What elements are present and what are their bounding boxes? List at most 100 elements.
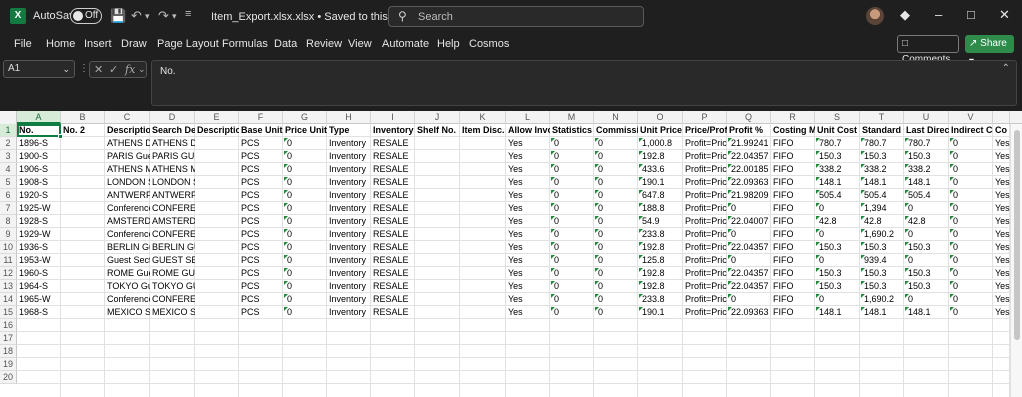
header-cell[interactable]: Allow Invoice Disc. bbox=[506, 124, 550, 137]
table-cell[interactable]: RESALE bbox=[371, 228, 415, 241]
table-cell[interactable]: 42.8 bbox=[904, 215, 949, 228]
table-cell[interactable]: MEXICO Swivel Chair bbox=[105, 306, 150, 319]
table-cell[interactable]: Yes bbox=[993, 176, 1010, 189]
tab-home[interactable]: Home bbox=[46, 38, 75, 50]
column-header-m[interactable]: M bbox=[550, 111, 594, 124]
table-cell[interactable]: 0 bbox=[949, 228, 993, 241]
column-header-f[interactable]: F bbox=[239, 111, 283, 124]
table-cell[interactable]: 0 bbox=[594, 267, 638, 280]
enter-icon[interactable]: ✓ bbox=[109, 63, 118, 76]
header-cell[interactable]: Unit Cost bbox=[815, 124, 860, 137]
table-cell[interactable]: 505.4 bbox=[904, 189, 949, 202]
table-cell[interactable]: FIFO bbox=[771, 254, 815, 267]
table-cell[interactable]: FIFO bbox=[771, 267, 815, 280]
table-cell[interactable]: 0 bbox=[949, 137, 993, 150]
redo-icon[interactable]: ↷ bbox=[158, 8, 169, 24]
table-cell[interactable]: RESALE bbox=[371, 163, 415, 176]
row-header-15[interactable]: 15 bbox=[0, 306, 17, 319]
row-header-1[interactable]: 1 bbox=[0, 124, 17, 137]
comments-button[interactable]: □ Comments bbox=[897, 35, 959, 65]
table-cell[interactable]: 42.8 bbox=[860, 215, 904, 228]
table-cell[interactable]: Yes bbox=[993, 163, 1010, 176]
table-cell[interactable]: 0 bbox=[949, 254, 993, 267]
table-cell[interactable]: 1908-S bbox=[17, 176, 61, 189]
column-header-t[interactable]: T bbox=[860, 111, 904, 124]
column-header-j[interactable]: J bbox=[415, 111, 460, 124]
table-cell[interactable]: Inventory bbox=[327, 293, 371, 306]
table-cell[interactable]: Yes bbox=[506, 254, 550, 267]
table-cell[interactable]: TOKYO Guest Chair bbox=[105, 280, 150, 293]
header-cell[interactable]: Description bbox=[105, 124, 150, 137]
table-cell[interactable]: GUEST SECTION bbox=[150, 254, 195, 267]
table-cell[interactable]: 338.2 bbox=[904, 163, 949, 176]
table-cell[interactable]: 233.8 bbox=[638, 293, 683, 306]
table-cell[interactable]: 22.04357 bbox=[727, 280, 771, 293]
table-cell[interactable]: 0 bbox=[594, 293, 638, 306]
table-cell[interactable]: 1,394 bbox=[860, 202, 904, 215]
header-cell[interactable]: Price Unit Conversion bbox=[283, 124, 327, 137]
table-cell[interactable]: 0 bbox=[949, 280, 993, 293]
table-cell[interactable]: 0 bbox=[815, 254, 860, 267]
table-cell[interactable]: FIFO bbox=[771, 137, 815, 150]
table-cell[interactable]: FIFO bbox=[771, 306, 815, 319]
table-cell[interactable]: 0 bbox=[594, 150, 638, 163]
row-header-7[interactable]: 7 bbox=[0, 202, 17, 215]
table-cell[interactable]: Inventory bbox=[327, 241, 371, 254]
table-cell[interactable]: FIFO bbox=[771, 176, 815, 189]
column-header-g[interactable]: G bbox=[283, 111, 327, 124]
autosave-toggle[interactable]: Off bbox=[70, 8, 102, 24]
column-header-s[interactable]: S bbox=[815, 111, 860, 124]
table-cell[interactable]: 21.99241 bbox=[727, 137, 771, 150]
table-cell[interactable]: 0 bbox=[904, 254, 949, 267]
table-cell[interactable]: 0 bbox=[815, 202, 860, 215]
table-cell[interactable]: 0 bbox=[550, 241, 594, 254]
tab-help[interactable]: Help bbox=[437, 38, 460, 50]
table-cell[interactable]: Yes bbox=[506, 241, 550, 254]
tab-draw[interactable]: Draw bbox=[121, 38, 147, 50]
table-cell[interactable]: FIFO bbox=[771, 293, 815, 306]
table-cell[interactable]: FIFO bbox=[771, 150, 815, 163]
header-cell[interactable]: Costing Method bbox=[771, 124, 815, 137]
header-cell[interactable]: Price/Profit Calculation bbox=[683, 124, 727, 137]
table-cell[interactable]: 0 bbox=[550, 228, 594, 241]
table-cell[interactable]: PCS bbox=[239, 202, 283, 215]
table-cell[interactable]: 338.2 bbox=[860, 163, 904, 176]
table-cell[interactable]: PARIS Guest Chair bbox=[105, 150, 150, 163]
table-cell[interactable]: 190.1 bbox=[638, 176, 683, 189]
table-cell[interactable]: 0 bbox=[283, 293, 327, 306]
maximize-icon[interactable]: □ bbox=[967, 7, 975, 22]
table-cell[interactable]: CONFERENCE SET bbox=[150, 293, 195, 306]
table-cell[interactable]: Conference Bundle bbox=[105, 202, 150, 215]
table-cell[interactable]: Inventory bbox=[327, 280, 371, 293]
table-cell[interactable]: 1,690.2 bbox=[860, 293, 904, 306]
table-cell[interactable]: Profit=Price-Cost bbox=[683, 254, 727, 267]
vertical-scrollbar[interactable] bbox=[1010, 124, 1022, 397]
table-cell[interactable]: Profit=Price-Cost bbox=[683, 267, 727, 280]
table-cell[interactable]: 0 bbox=[594, 163, 638, 176]
table-cell[interactable]: 0 bbox=[594, 241, 638, 254]
table-cell[interactable]: 0 bbox=[594, 202, 638, 215]
table-cell[interactable]: 0 bbox=[283, 267, 327, 280]
table-cell[interactable]: 0 bbox=[727, 228, 771, 241]
table-cell[interactable]: FIFO bbox=[771, 189, 815, 202]
table-cell[interactable]: 192.8 bbox=[638, 280, 683, 293]
column-header-k[interactable]: K bbox=[460, 111, 506, 124]
table-cell[interactable]: 0 bbox=[283, 306, 327, 319]
table-cell[interactable]: 0 bbox=[550, 306, 594, 319]
spreadsheet-grid[interactable]: ABCDEFGHIJKLMNOPQRSTUV 1 2 3 4 5 6 7 8 9 10 11 12 13… bbox=[0, 111, 1022, 397]
table-cell[interactable]: 1964-S bbox=[17, 280, 61, 293]
share-button[interactable]: ↗ Share ▾ bbox=[965, 35, 1014, 67]
table-cell[interactable]: 1920-S bbox=[17, 189, 61, 202]
table-cell[interactable]: Profit=Price-Cost bbox=[683, 215, 727, 228]
tab-file[interactable]: File bbox=[14, 38, 32, 50]
table-cell[interactable]: Inventory bbox=[327, 163, 371, 176]
table-cell[interactable]: PCS bbox=[239, 176, 283, 189]
table-cell[interactable]: 42.8 bbox=[815, 215, 860, 228]
table-cell[interactable]: Yes bbox=[993, 189, 1010, 202]
table-cell[interactable]: 1906-S bbox=[17, 163, 61, 176]
table-cell[interactable]: 1960-S bbox=[17, 267, 61, 280]
table-cell[interactable]: 22.04007 bbox=[727, 215, 771, 228]
table-cell[interactable]: PCS bbox=[239, 163, 283, 176]
table-cell[interactable]: Yes bbox=[993, 202, 1010, 215]
table-cell[interactable]: Yes bbox=[506, 306, 550, 319]
